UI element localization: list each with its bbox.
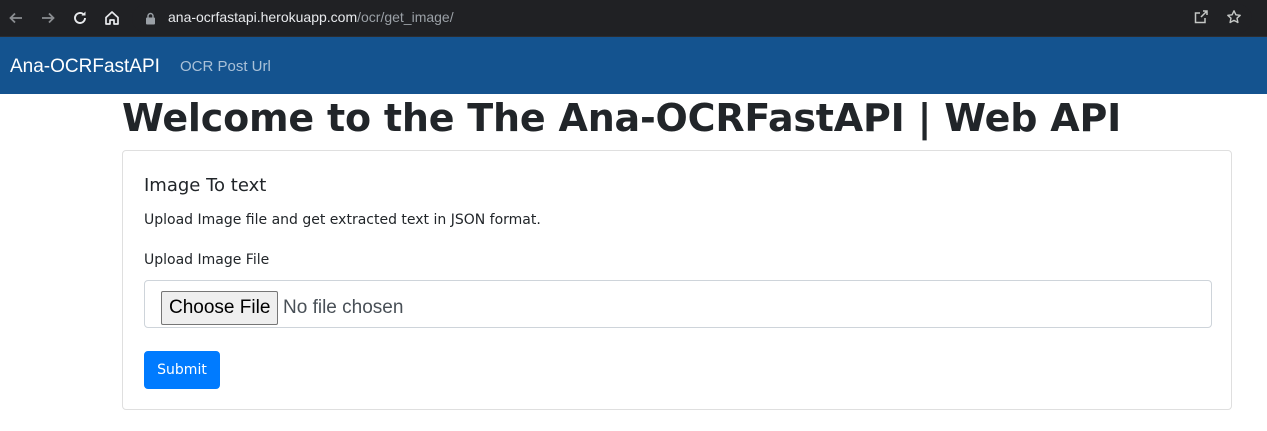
reload-icon[interactable] <box>70 8 90 28</box>
nav-link-ocr-post-url[interactable]: OCR Post Url <box>180 58 271 75</box>
lock-icon[interactable] <box>145 10 156 29</box>
upload-field-label: Upload Image File <box>144 252 270 268</box>
back-arrow-icon[interactable] <box>6 8 26 28</box>
submit-button[interactable]: Submit <box>144 351 220 389</box>
url-host: ana-ocrfastapi.herokuapp.com <box>168 9 358 25</box>
forward-arrow-icon[interactable] <box>38 8 58 28</box>
home-icon[interactable] <box>102 8 122 28</box>
url-text[interactable]: ana-ocrfastapi.herokuapp.com/ocr/get_ima… <box>168 9 454 25</box>
browser-toolbar: ana-ocrfastapi.herokuapp.com/ocr/get_ima… <box>0 0 1267 37</box>
url-path: /ocr/get_image/ <box>357 9 454 25</box>
share-icon[interactable] <box>1193 9 1209 29</box>
choose-file-button[interactable]: Choose File <box>161 291 279 325</box>
file-status-text: No file chosen <box>283 297 404 318</box>
card-description: Upload Image file and get extracted text… <box>144 212 541 228</box>
site-navbar: Ana-OCRFastAPI OCR Post Url <box>0 37 1267 94</box>
file-upload-input[interactable]: Choose File No file chosen <box>144 280 1212 328</box>
card-title: Image To text <box>144 175 267 196</box>
upload-card: Image To text Upload Image file and get … <box>122 150 1232 410</box>
bookmark-star-icon[interactable] <box>1226 9 1242 29</box>
brand-link[interactable]: Ana-OCRFastAPI <box>10 56 160 78</box>
page-title: Welcome to the The Ana-OCRFastAPI | Web … <box>122 96 1122 140</box>
